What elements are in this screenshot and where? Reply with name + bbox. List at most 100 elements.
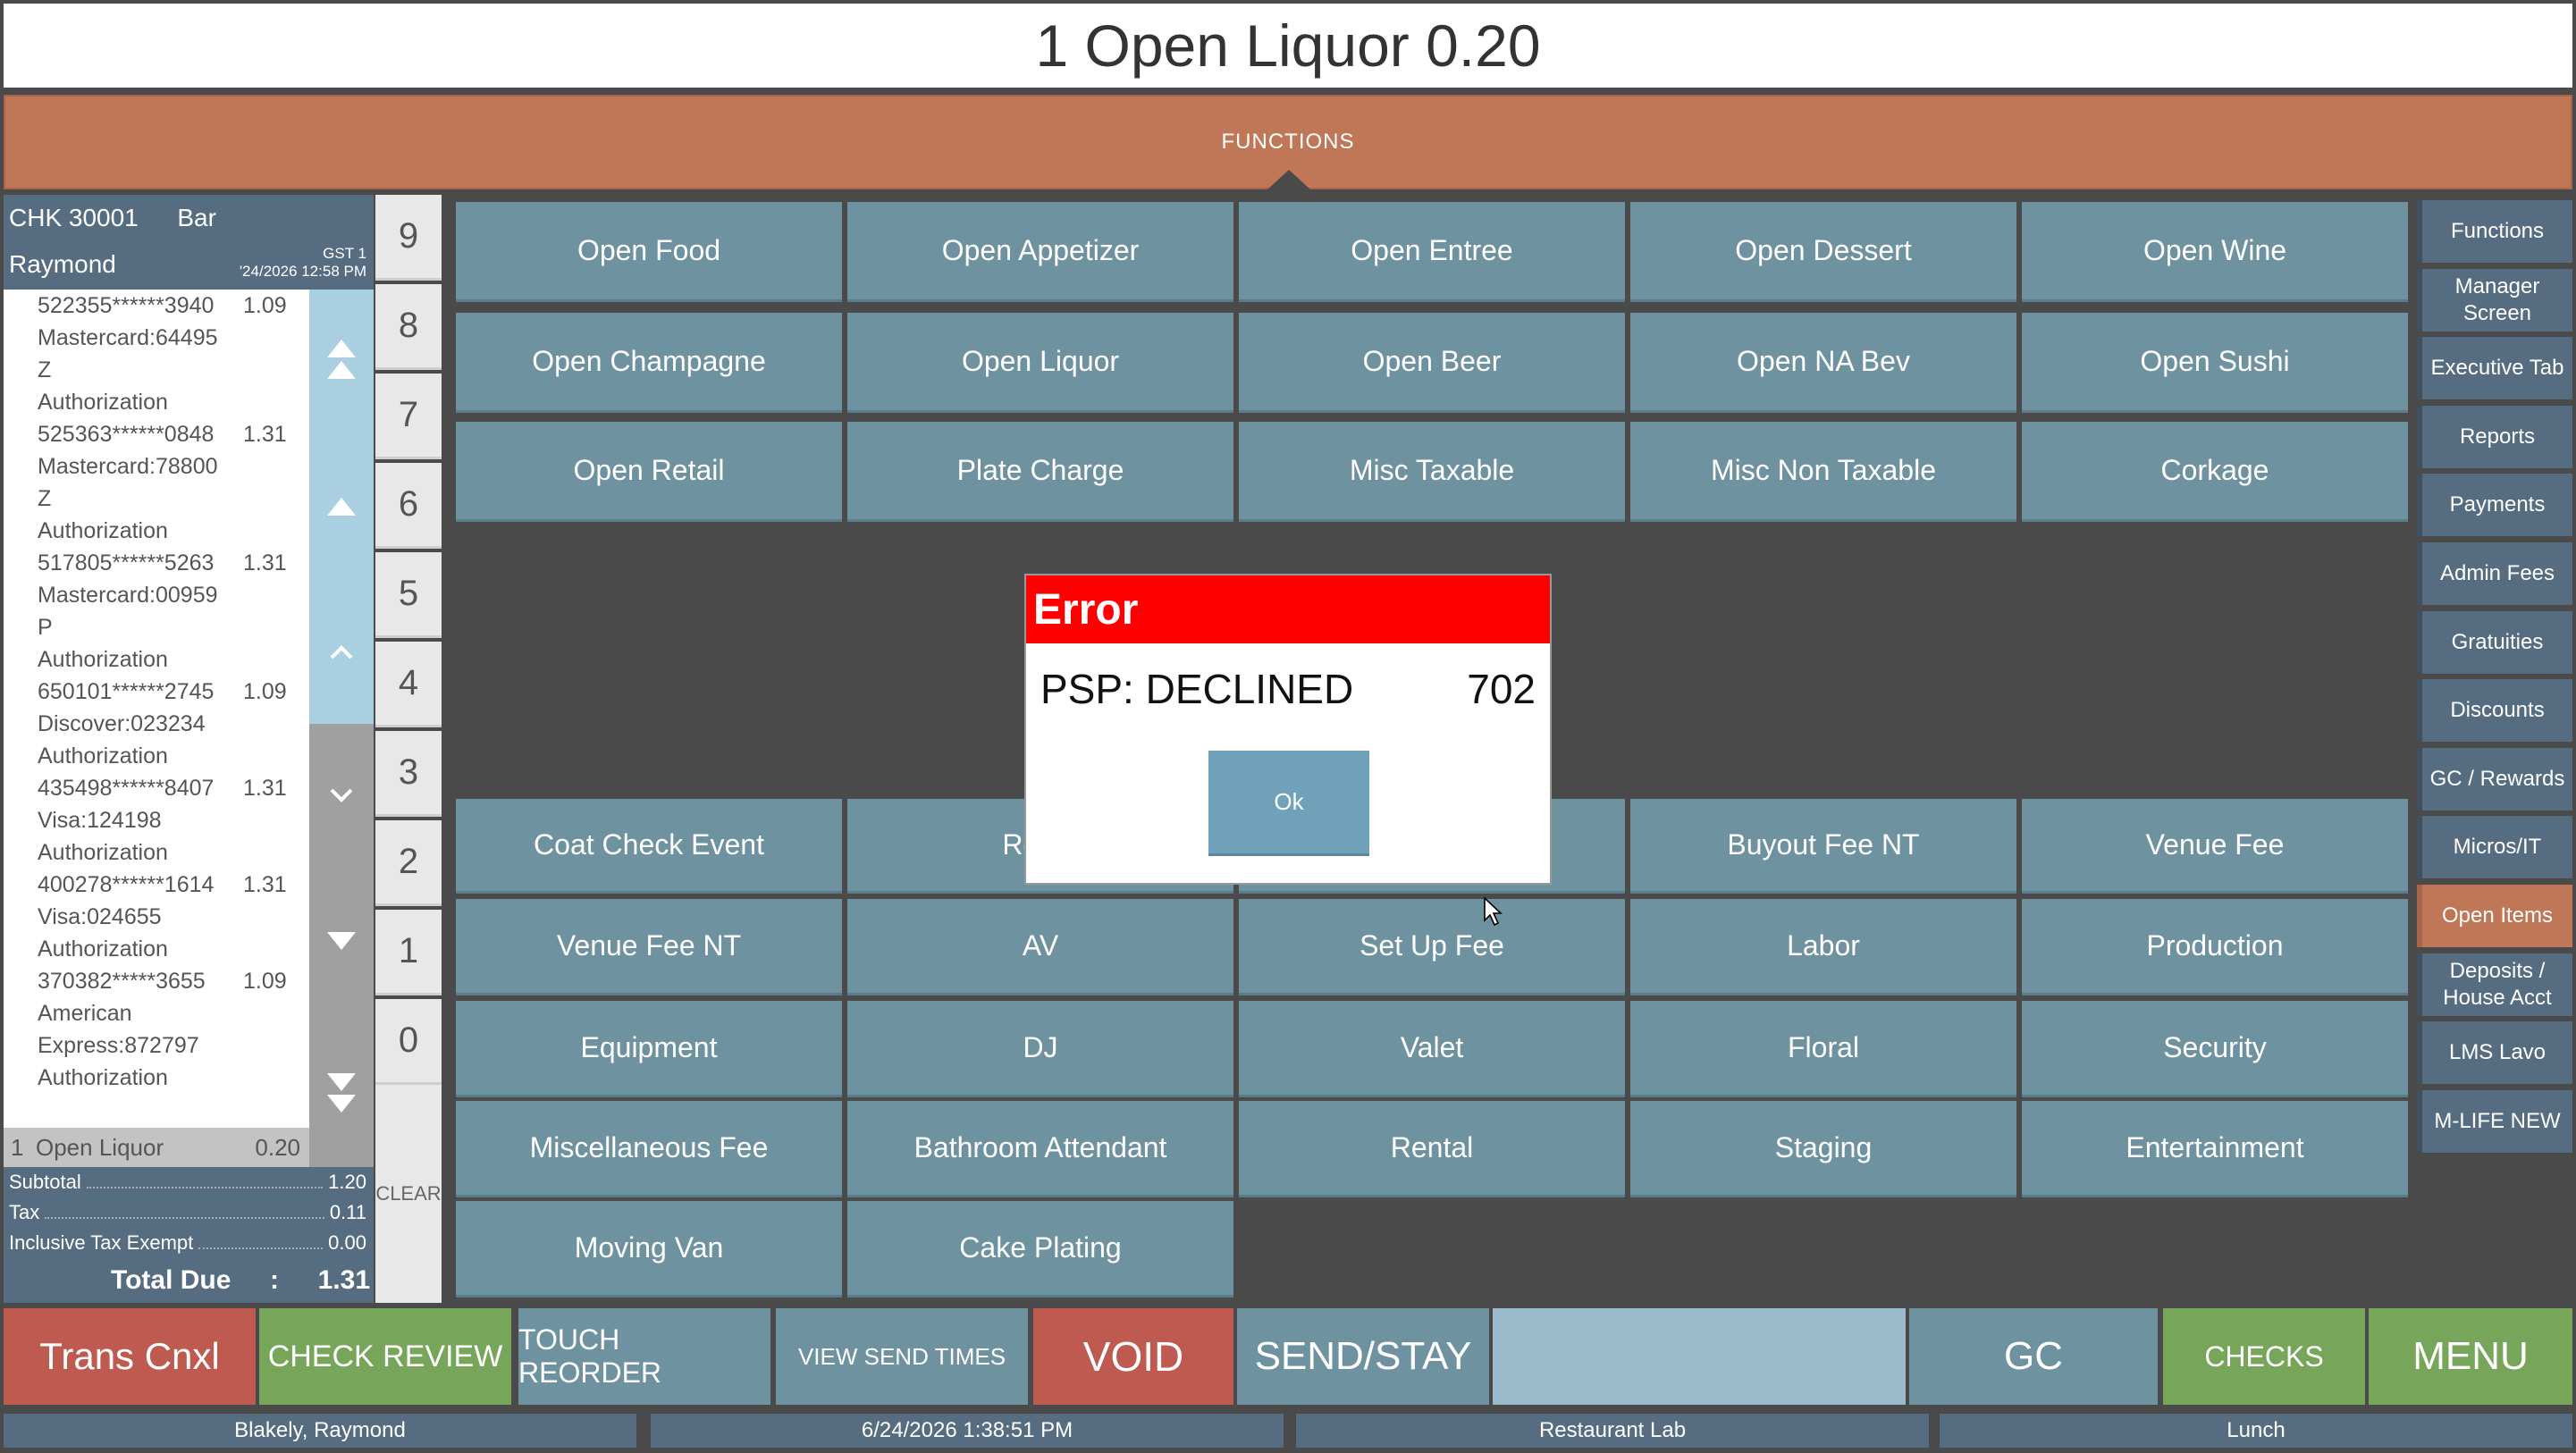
sidebar-item[interactable]: Deposits / House Acct (2417, 953, 2572, 1016)
payment-item[interactable]: 435498******8407 1.31 Visa:124198 Authoriza… (4, 772, 309, 869)
item-button[interactable]: Open Entree (1239, 202, 1625, 302)
item-button[interactable]: Open Dessert (1630, 202, 2016, 302)
numpad-key-8[interactable]: 8 (375, 284, 442, 370)
item-button[interactable]: Bathroom Attendant (847, 1101, 1233, 1197)
payment-item[interactable]: 650101******2745 1.09 Discover:023234 Autho… (4, 676, 309, 772)
clear-key[interactable]: CLEAR (375, 1085, 442, 1303)
item-button[interactable]: Moving Van (456, 1201, 842, 1298)
functions-label: FUNCTIONS (1221, 130, 1355, 154)
item-button[interactable]: Open Liquor (847, 313, 1233, 413)
touch-reorder-button[interactable]: TOUCH REORDER (518, 1308, 770, 1405)
item-button[interactable]: Cake Plating (847, 1201, 1233, 1298)
check-detail-list[interactable]: 522355******3940 1.09 Mastercard:64495 Z Aut… (4, 290, 309, 1167)
item-button[interactable]: Open Food (456, 202, 842, 302)
triangle-up-icon (327, 498, 356, 516)
menu-button[interactable]: MENU (2369, 1308, 2572, 1405)
check-number: CHK 30001 (9, 204, 139, 231)
tax-exempt-value: 0.00 (328, 1231, 366, 1254)
item-button[interactable]: Venue Fee (2022, 799, 2408, 894)
item-button[interactable]: Venue Fee NT (456, 899, 842, 995)
item-button[interactable]: Buyout Fee NT (1630, 799, 2016, 894)
item-button[interactable]: Rental (1239, 1101, 1625, 1197)
check-review-button[interactable]: CHECK REVIEW (259, 1308, 511, 1405)
sidebar-item[interactable]: Manager Screen (2417, 268, 2572, 332)
sidebar-item[interactable]: Open Items (2417, 885, 2572, 947)
numpad-key-3[interactable]: 3 (375, 731, 442, 817)
item-button[interactable]: Labor (1630, 899, 2016, 995)
item-button[interactable]: Open Beer (1239, 313, 1625, 413)
item-button[interactable]: Valet (1239, 1001, 1625, 1097)
ok-button[interactable]: Ok (1208, 751, 1369, 856)
item-button[interactable]: Equipment (456, 1001, 842, 1097)
scroll-bottom-button[interactable] (309, 1015, 374, 1167)
item-button[interactable]: Misc Non Taxable (1630, 422, 2016, 522)
sidebar-item[interactable]: Executive Tab (2417, 337, 2572, 400)
view-send-times-button[interactable]: VIEW SEND TIMES (776, 1308, 1028, 1405)
item-button[interactable]: Staging (1630, 1101, 2016, 1197)
item-button[interactable]: Open Champagne (456, 313, 842, 413)
numpad-key-1[interactable]: 1 (375, 910, 442, 995)
page-up-button[interactable] (309, 433, 374, 581)
check-datetime: '24/2026 12:58 PM (239, 263, 366, 280)
sidebar-item[interactable]: Micros/IT (2417, 816, 2572, 879)
selected-item-row[interactable]: 1 Open Liquor 0.20 (4, 1128, 309, 1167)
sidebar-item[interactable]: Admin Fees (2417, 542, 2572, 605)
item-button[interactable]: Open Retail (456, 422, 842, 522)
numpad-key-4[interactable]: 4 (375, 642, 442, 727)
item-button[interactable]: Plate Charge (847, 422, 1233, 522)
payment-amount: 1.09 (243, 679, 287, 704)
scroll-top-button[interactable] (309, 290, 374, 433)
payment-card-line: 435498******8407 1.31 (38, 772, 309, 804)
sidebar-item[interactable]: GC / Rewards (2417, 747, 2572, 810)
tax-exempt-row: Inclusive Tax Exempt 0.00 (9, 1231, 366, 1255)
payment-detail-line: Authorization (38, 1065, 168, 1090)
sidebar-item[interactable]: Discounts (2417, 679, 2572, 743)
gst-label: GST 1 (323, 245, 366, 262)
item-button[interactable]: Floral (1630, 1001, 2016, 1097)
numpad-key-0[interactable]: 0 (375, 999, 442, 1085)
sidebar-item[interactable]: Gratuities (2417, 610, 2572, 674)
item-button[interactable]: Coat Check Event (456, 799, 842, 894)
sidebar-item[interactable]: M-LIFE NEW (2417, 1089, 2572, 1153)
item-button[interactable]: Security (2022, 1001, 2408, 1097)
item-button[interactable]: AV (847, 899, 1233, 995)
item-button[interactable]: Miscellaneous Fee (456, 1101, 842, 1197)
sidebar-item[interactable]: Payments (2417, 474, 2572, 537)
payment-card-number: 650101******2745 (38, 679, 215, 704)
title-bar: 1 Open Liquor 0.20 (0, 0, 2576, 91)
numpad-key-5[interactable]: 5 (375, 552, 442, 638)
line-down-button[interactable] (309, 724, 374, 867)
checks-button[interactable]: CHECKS (2163, 1308, 2365, 1405)
payment-item[interactable]: 370382*****3655 1.09 American Express:87279… (4, 965, 309, 1094)
trans-cancel-button[interactable]: Trans Cnxl (4, 1308, 256, 1405)
payment-item[interactable]: 400278******1614 1.31 Visa:024655 Authoriza… (4, 869, 309, 965)
send-stay-button[interactable]: SEND/STAY (1237, 1308, 1489, 1405)
numpad-key-6[interactable]: 6 (375, 463, 442, 549)
item-button[interactable]: DJ (847, 1001, 1233, 1097)
sidebar-item[interactable]: LMS Lavo (2417, 1021, 2572, 1085)
payment-item[interactable]: 525363******0848 1.31 Mastercard:78800 Z Aut… (4, 418, 309, 547)
void-button[interactable]: VOID (1033, 1308, 1233, 1405)
status-datetime: 6/24/2026 1:38:51 PM (651, 1414, 1284, 1448)
item-button[interactable]: Open Sushi (2022, 313, 2408, 413)
numpad-key-7[interactable]: 7 (375, 374, 442, 459)
payment-item[interactable]: 517805******5263 1.31 Mastercard:00959 P Aut… (4, 547, 309, 676)
item-button[interactable]: Corkage (2022, 422, 2408, 522)
blank-button[interactable] (1493, 1308, 1906, 1405)
item-button[interactable]: Set Up Fee (1239, 899, 1625, 995)
sidebar-item[interactable]: Reports (2417, 405, 2572, 468)
item-button[interactable]: Open Appetizer (847, 202, 1233, 302)
page-down-button[interactable] (309, 867, 374, 1015)
gc-button[interactable]: GC (1909, 1308, 2158, 1405)
item-button[interactable]: Open NA Bev (1630, 313, 2016, 413)
item-button[interactable]: Production (2022, 899, 2408, 995)
numpad-key-2[interactable]: 2 (375, 820, 442, 906)
item-button[interactable]: Open Wine (2022, 202, 2408, 302)
item-button[interactable]: Misc Taxable (1239, 422, 1625, 522)
line-up-button[interactable] (309, 581, 374, 724)
item-button[interactable]: Entertainment (2022, 1101, 2408, 1197)
check-number-row: CHK 30001 Bar (9, 204, 216, 232)
sidebar-item[interactable]: Functions (2417, 200, 2572, 263)
numpad-key-9[interactable]: 9 (375, 195, 442, 281)
payment-item[interactable]: 522355******3940 1.09 Mastercard:64495 Z Aut… (4, 290, 309, 418)
